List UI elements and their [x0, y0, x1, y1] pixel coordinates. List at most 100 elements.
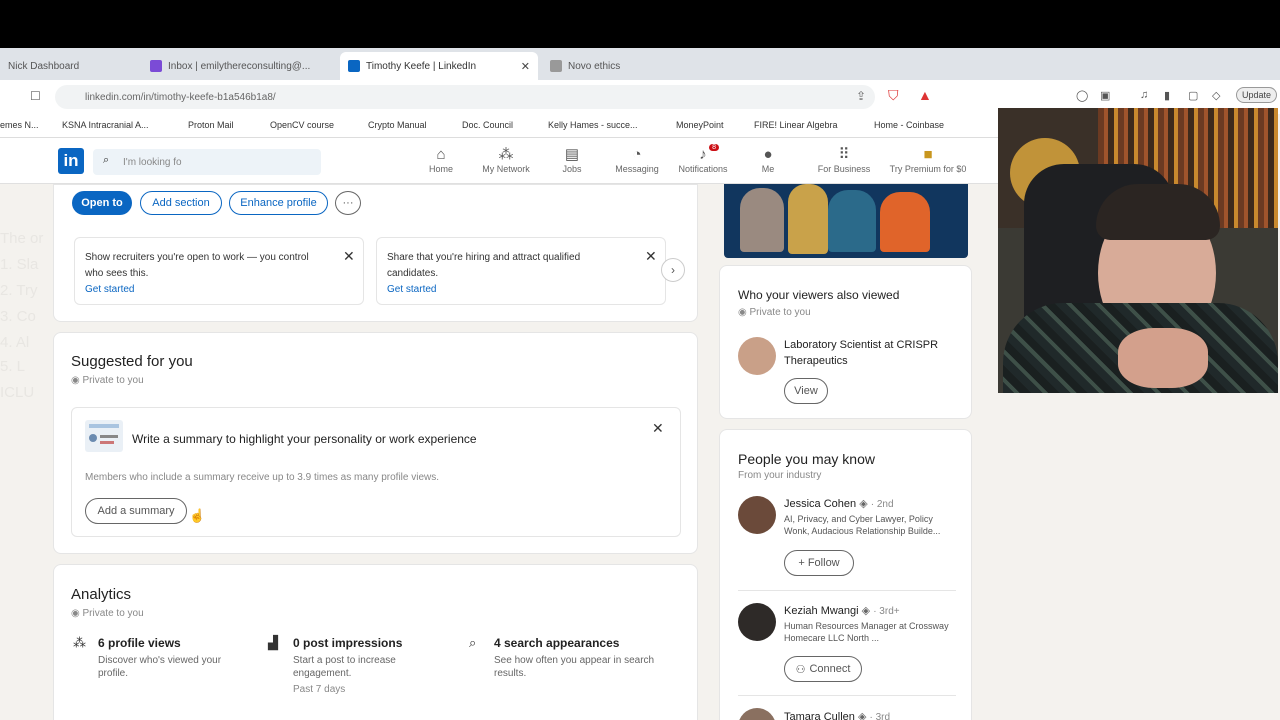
nav-label: Try Premium for $0 — [889, 164, 967, 174]
promo-card-hiring: Share that you're hiring and attract qua… — [376, 237, 666, 305]
tab-inbox[interactable]: Inbox | emilythereconsulting@... — [142, 52, 337, 80]
tab-label: Inbox | emilythereconsulting@... — [168, 60, 311, 72]
bookmark-item[interactable]: OpenCV course — [270, 120, 334, 130]
follow-button[interactable]: + Follow — [784, 550, 854, 576]
nav-for-business[interactable]: ⠿ For Business — [810, 146, 878, 174]
linkedin-icon — [348, 60, 360, 72]
share-icon[interactable]: ⇪ — [856, 89, 866, 103]
profile-card: Open to Add section Enhance profile ··· … — [53, 184, 698, 322]
suggestion-title: Write a summary to highlight your person… — [132, 432, 477, 446]
person-headline: Human Resources Manager at Crossway Home… — [784, 621, 949, 643]
section-title: Who your viewers also viewed — [738, 288, 900, 302]
analytics-desc: Discover who's viewed your profile. — [98, 655, 222, 679]
person-name: Keziah Mwangi — [784, 605, 859, 617]
nav-label: Messaging — [615, 164, 659, 174]
overlay-line: 1. Sla — [0, 256, 39, 273]
brave-shield-icon[interactable]: ⛉ — [888, 87, 899, 104]
nav-premium[interactable]: ■ Try Premium for $0 — [884, 146, 972, 174]
summary-illustration-icon — [85, 420, 123, 452]
tab-label: Nick Dashboard — [8, 60, 80, 72]
promo-card-open-to-work: Show recruiters you're open to work — yo… — [74, 237, 364, 305]
analytics-desc: Start a post to increase engagement. — [293, 655, 396, 679]
enhance-profile-button[interactable]: Enhance profile — [229, 191, 328, 215]
nav-jobs[interactable]: ▤ Jobs — [542, 146, 602, 174]
close-icon[interactable]: ✕ — [645, 248, 657, 265]
nav-notifications[interactable]: ♪ 8 Notifications — [673, 144, 733, 174]
avatar[interactable] — [738, 337, 776, 375]
close-icon[interactable]: ✕ — [652, 420, 664, 437]
bookmark-item[interactable]: MoneyPoint — [676, 120, 724, 130]
add-person-icon: ⚇ — [795, 663, 806, 676]
bookmark-item[interactable]: Crypto Manual — [368, 120, 427, 130]
bookmark-item[interactable]: Proton Mail — [188, 120, 234, 130]
page-icon — [550, 60, 562, 72]
overlay-line: 3. Co — [0, 308, 36, 325]
avatar[interactable] — [738, 603, 776, 641]
screen: Nick Dashboard Inbox | emilythereconsult… — [0, 0, 1280, 720]
close-tab-icon[interactable]: ✕ — [521, 60, 530, 73]
bookmarks-bar: emes N... KSNA Intracranial A... Proton … — [0, 114, 1000, 138]
section-title: People you may know — [738, 451, 875, 467]
view-button[interactable]: View — [784, 378, 828, 404]
nav-me[interactable]: ● Me — [738, 146, 798, 174]
verified-icon: ◈ — [861, 605, 871, 617]
messaging-icon: ◔ — [632, 146, 642, 163]
tab-novo[interactable]: Novo ethics — [542, 52, 742, 80]
nav-home[interactable]: ⌂ Home — [411, 146, 471, 174]
person-name-line[interactable]: Jessica Cohen ◈ · 2nd — [784, 497, 894, 510]
overlay-line: ICLU — [0, 384, 35, 401]
music-icon[interactable]: ♫ — [1140, 89, 1148, 101]
privacy-text: Private to you — [82, 608, 144, 619]
bookmark-item[interactable]: Kelly Hames - succe... — [548, 120, 638, 130]
wallet-icon[interactable]: ◇ — [1212, 89, 1220, 102]
avatar[interactable] — [738, 496, 776, 534]
bookmark-icon[interactable]: ☐ — [30, 89, 41, 103]
open-to-button[interactable]: Open to — [72, 191, 132, 215]
bookmark-item[interactable]: Doc. Council — [462, 120, 513, 130]
close-icon[interactable]: ✕ — [343, 248, 355, 265]
tab-label: Timothy Keefe | LinkedIn — [366, 60, 477, 72]
search-input[interactable]: ⌕ I'm looking fo — [93, 149, 321, 175]
add-section-button[interactable]: Add section — [140, 191, 222, 215]
person-name-line[interactable]: Tamara Cullen ◈ · 3rd — [784, 710, 890, 720]
eye-icon: ◉ — [738, 307, 750, 318]
ad-banner-image[interactable] — [724, 184, 968, 258]
person-name: Tamara Cullen — [784, 711, 855, 720]
bookmark-item[interactable]: Home - Coinbase — [874, 120, 944, 130]
analytics-sub: Past 7 days — [293, 684, 346, 695]
eye-icon: ◉ — [71, 375, 83, 386]
nav-messaging[interactable]: ◔ Messaging — [607, 146, 667, 174]
analytics-title: 6 profile views — [98, 636, 181, 650]
extension-icon[interactable]: ◯ — [1076, 89, 1088, 102]
person-headline[interactable]: Laboratory Scientist at CRISPR Therapeut… — [784, 337, 944, 369]
get-started-link[interactable]: Get started — [387, 284, 436, 295]
people-you-may-know-card: People you may know From your industry J… — [719, 429, 972, 720]
notification-badge: 8 — [709, 144, 719, 151]
connect-button[interactable]: ⚇ Connect — [784, 656, 862, 682]
nav-my-network[interactable]: ⁂ My Network — [476, 146, 536, 174]
update-button[interactable]: Update — [1236, 87, 1278, 103]
bookmark-item[interactable]: KSNA Intracranial A... — [62, 120, 149, 130]
chevron-right-icon[interactable]: › — [661, 258, 685, 282]
bookmark-item[interactable]: FIRE! Linear Algebra — [754, 120, 838, 130]
divider — [738, 590, 956, 591]
bookmark-item[interactable]: emes N... — [0, 120, 39, 130]
more-button[interactable]: ··· — [335, 191, 361, 215]
get-started-link[interactable]: Get started — [85, 284, 134, 295]
window-icon[interactable]: ▢ — [1188, 89, 1198, 102]
person-name-line[interactable]: Keziah Mwangi ◈ · 3rd+ — [784, 604, 900, 617]
puzzle-icon[interactable]: ▣ — [1100, 89, 1110, 102]
avatar-icon: ● — [763, 146, 773, 163]
sidebar-icon[interactable]: ▮ — [1164, 89, 1170, 102]
tab-nick-dashboard[interactable]: Nick Dashboard — [0, 52, 140, 80]
url-field[interactable]: linkedin.com/in/timothy-keefe-b1a546b1a8… — [55, 85, 875, 109]
viewers-also-viewed-card: Who your viewers also viewed ◉ Private t… — [719, 265, 972, 419]
degree-label: · 3rd — [869, 712, 891, 720]
bell-icon: ♪ — [699, 146, 707, 163]
avatar[interactable] — [738, 708, 776, 720]
promo-text: Show recruiters you're open to work — yo… — [85, 252, 309, 279]
tab-linkedin[interactable]: Timothy Keefe | LinkedIn ✕ — [340, 52, 538, 80]
rewards-icon[interactable]: ▲ — [918, 87, 932, 103]
linkedin-logo[interactable]: in — [58, 148, 84, 174]
add-summary-button[interactable]: Add a summary — [85, 498, 187, 524]
